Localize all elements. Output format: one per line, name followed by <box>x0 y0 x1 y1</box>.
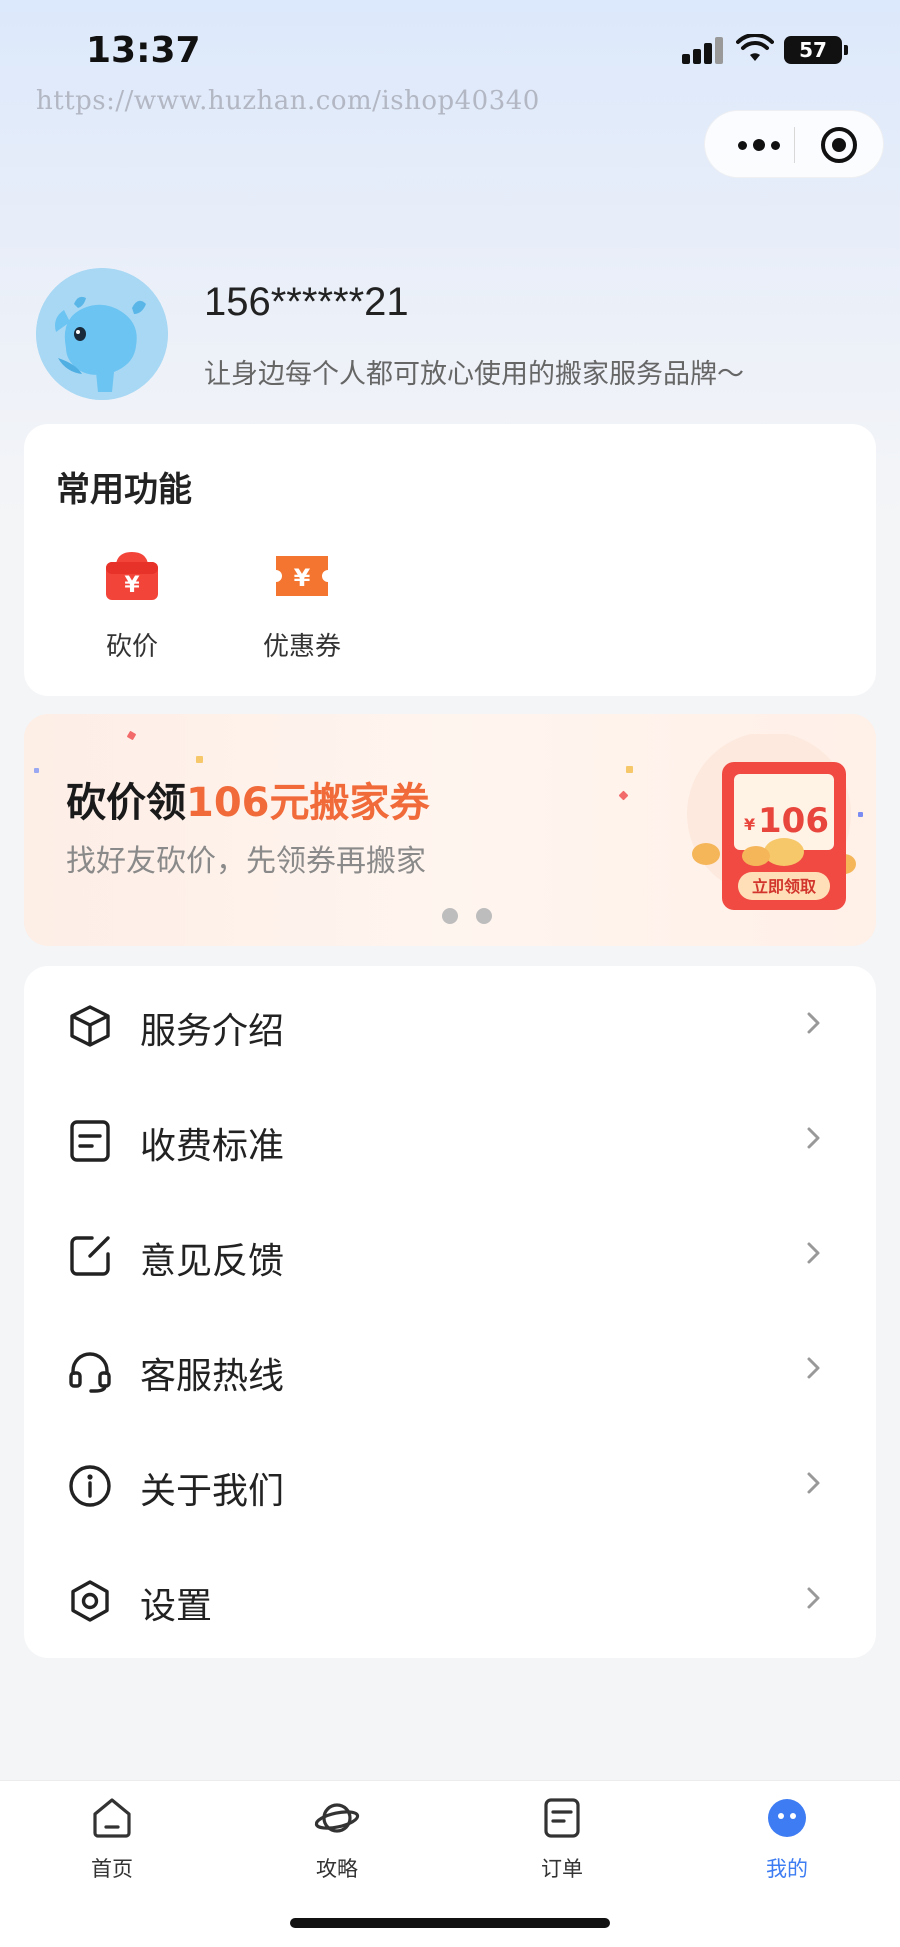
menu-label: 服务介绍 <box>140 1011 285 1052</box>
tab-label: 订单 <box>541 1857 583 1881</box>
status-bar: 13:37 57 <box>0 0 900 100</box>
common-functions-card: 常用功能 ¥ 砍价 ¥ 优惠券 <box>24 424 876 696</box>
order-icon <box>544 1798 580 1838</box>
profile-face-icon <box>768 1799 806 1837</box>
banner-subtitle: 找好友砍价，先领券再搬家 <box>66 844 426 879</box>
chevron-right-icon <box>807 1127 820 1149</box>
banner-title-prefix: 砍价领 <box>66 780 186 826</box>
common-functions-title: 常用功能 <box>56 470 192 510</box>
red-envelope-coupon-icon: ¥ 106 立即领取 <box>687 734 856 910</box>
chevron-right-icon <box>807 1472 820 1494</box>
chevron-right-icon <box>807 1012 820 1034</box>
banner-title: 砍价领106元搬家券 <box>66 770 430 828</box>
capsule-divider <box>794 127 795 163</box>
battery-icon: 57 <box>784 36 848 64</box>
menu-card: 服务介绍 收费标准 意见反馈 客服热线 关于我们 设置 <box>24 966 876 1658</box>
more-icon[interactable] <box>731 111 787 179</box>
chevron-right-icon <box>807 1587 820 1609</box>
menu-item-fee-standard[interactable]: 收费标准 <box>24 1081 876 1196</box>
edit-icon <box>70 1236 110 1276</box>
menu-label: 客服热线 <box>140 1356 285 1397</box>
menu-label: 收费标准 <box>140 1126 285 1167</box>
menu-item-feedback[interactable]: 意见反馈 <box>24 1196 876 1311</box>
menu-item-settings[interactable]: 设置 <box>24 1541 876 1656</box>
planet-icon <box>314 1803 360 1833</box>
func-label: 砍价 <box>105 632 158 662</box>
watermark: https://www.huzhan.com/ishop40340 <box>36 86 540 116</box>
func-item-bargain[interactable]: ¥ 砍价 <box>62 544 202 663</box>
document-icon <box>70 1120 110 1162</box>
avatar[interactable] <box>36 268 168 400</box>
bargain-icon: ¥ <box>102 544 162 604</box>
home-icon <box>93 1798 131 1838</box>
coupon-amount: 106 <box>758 801 829 841</box>
coupon-button-label: 立即领取 <box>752 877 816 896</box>
coupon-icon: ¥ <box>272 544 332 604</box>
tab-label: 我的 <box>766 1857 808 1881</box>
tab-mine[interactable]: 我的 <box>727 1795 847 1883</box>
signal-icon <box>682 36 726 64</box>
wifi-icon <box>736 34 774 61</box>
func-item-coupon[interactable]: ¥ 优惠券 <box>232 544 372 663</box>
tab-home[interactable]: 首页 <box>52 1795 172 1883</box>
close-target-icon[interactable] <box>821 127 857 163</box>
menu-item-hotline[interactable]: 客服热线 <box>24 1311 876 1426</box>
carousel-dots <box>442 908 492 924</box>
profile-slogan: 让身边每个人都可放心使用的搬家服务品牌～ <box>204 359 744 390</box>
menu-item-service-intro[interactable]: 服务介绍 <box>24 966 876 1081</box>
promo-banner[interactable]: 砍价领106元搬家券 找好友砍价，先领券再搬家 ¥ 106 立即领取 <box>24 714 876 946</box>
settings-icon <box>71 1580 109 1622</box>
chevron-right-icon <box>807 1242 820 1264</box>
profile-phone: 156******21 <box>204 280 409 324</box>
func-label: 优惠券 <box>262 632 341 662</box>
capsule-menu <box>704 110 884 178</box>
menu-label: 意见反馈 <box>140 1241 285 1282</box>
info-icon <box>69 1465 111 1507</box>
menu-label: 关于我们 <box>140 1471 285 1512</box>
tab-guide[interactable]: 攻略 <box>277 1795 397 1883</box>
cube-icon <box>70 1005 110 1047</box>
svg-text:¥: ¥ <box>124 573 140 598</box>
tab-label: 攻略 <box>316 1857 358 1881</box>
banner-title-accent: 106元搬家券 <box>186 780 430 826</box>
tab-orders[interactable]: 订单 <box>502 1795 622 1883</box>
chevron-right-icon <box>807 1357 820 1379</box>
svg-text:¥: ¥ <box>744 815 755 834</box>
status-time: 13:37 <box>86 30 201 71</box>
tab-label: 首页 <box>91 1857 133 1881</box>
home-indicator <box>290 1918 610 1928</box>
carousel-dot[interactable] <box>476 908 492 924</box>
menu-item-about[interactable]: 关于我们 <box>24 1426 876 1541</box>
headset-icon <box>69 1352 111 1393</box>
menu-label: 设置 <box>140 1586 213 1627</box>
carousel-dot[interactable] <box>442 908 458 924</box>
svg-text:¥: ¥ <box>294 564 311 592</box>
rhino-mascot-icon <box>36 268 168 400</box>
